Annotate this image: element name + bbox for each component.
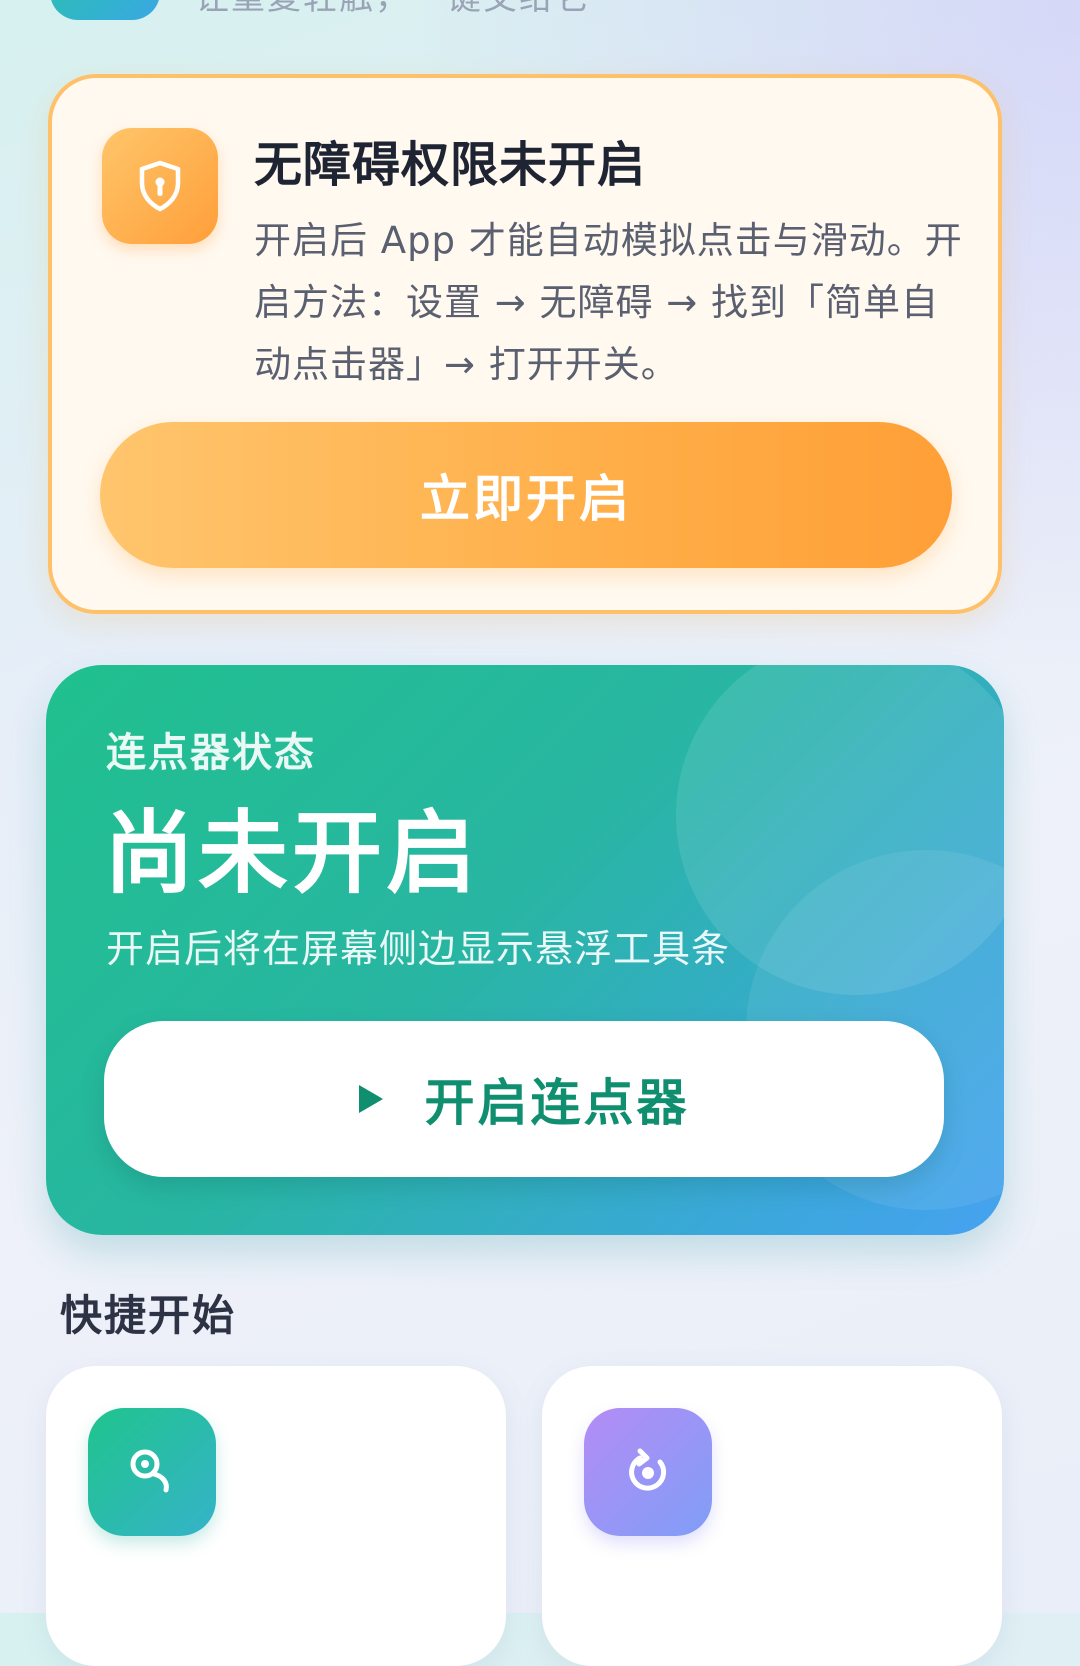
tap-point-icon	[88, 1408, 216, 1536]
play-icon	[358, 1085, 383, 1113]
start-clicker-button[interactable]: 开启连点器	[104, 1021, 944, 1177]
app-subtitle: 让重复轻触，一键交给它	[195, 0, 591, 20]
shield-icon	[102, 128, 218, 244]
clicker-status-hint: 开启后将在屏幕侧边显示悬浮工具条	[106, 927, 731, 971]
clicker-status-value: 尚未开启	[104, 801, 480, 906]
quick-start-card-single-point[interactable]	[46, 1366, 506, 1666]
accessibility-title: 无障碍权限未开启	[254, 137, 647, 193]
enable-accessibility-button-label: 立即开启	[420, 470, 632, 528]
accessibility-warning-card: 无障碍权限未开启 开启后 App 才能自动模拟点击与滑动。开启方法：设置 → 无…	[48, 74, 1002, 614]
app-logo-icon	[50, 0, 160, 20]
accessibility-description: 开启后 App 才能自动模拟点击与滑动。开启方法：设置 → 无障碍 → 找到「简…	[254, 219, 963, 386]
clicker-status-card: 连点器状态 尚未开启 开启后将在屏幕侧边显示悬浮工具条 开启连点器	[46, 665, 1004, 1235]
quick-start-title: 快捷开始	[60, 1291, 237, 1340]
loop-record-icon	[584, 1408, 712, 1536]
clicker-status-label: 连点器状态	[106, 730, 316, 776]
quick-start-card-multi-point[interactable]	[542, 1366, 1002, 1666]
start-clicker-button-label: 开启连点器	[424, 1074, 690, 1132]
enable-accessibility-button[interactable]: 立即开启	[100, 422, 952, 568]
